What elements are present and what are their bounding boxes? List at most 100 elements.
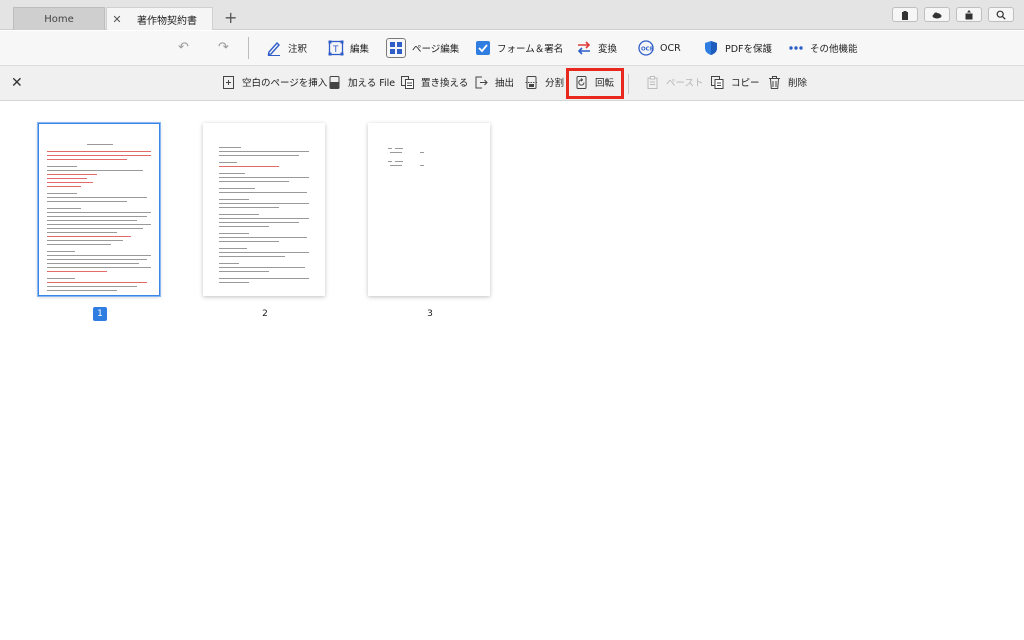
toolbar-annotate-button[interactable]: 注釈 <box>266 36 307 60</box>
thumbnail-text-line <box>47 208 81 209</box>
toolbar-form-sign-label: フォーム＆署名 <box>497 44 564 55</box>
insert-blank-page-label: 空白のページを挿入 <box>242 78 328 89</box>
extract-label: 抽出 <box>495 78 515 89</box>
page-thumbnail-2[interactable] <box>203 123 325 296</box>
toolbar-more-label: その他機能 <box>810 44 858 55</box>
toolbar-more-button[interactable]: その他機能 <box>788 36 858 60</box>
toolbar-convert-button[interactable]: 変換 <box>576 36 617 60</box>
thumbnail-text-line <box>47 224 151 225</box>
thumbnail-text-line <box>47 251 75 252</box>
checkbox-icon <box>476 41 490 55</box>
search-icon[interactable] <box>988 7 1014 22</box>
delete-button[interactable]: 削除 <box>768 75 807 89</box>
toolbar-divider <box>248 37 249 59</box>
thumbnail-text-line <box>47 170 143 171</box>
redo-icon[interactable]: ↷ <box>218 40 229 55</box>
toolbar-convert-label: 変換 <box>598 44 618 55</box>
convert-arrows-icon <box>577 41 591 55</box>
thumbnail-text-line <box>47 286 137 287</box>
thumbnail-text-line <box>388 161 392 162</box>
tab-document-label: 著作物契約書 <box>137 15 197 27</box>
thumbnail-text-line <box>47 228 143 229</box>
paste-label: ペースト <box>666 78 704 89</box>
thumbnail-text-line <box>219 222 299 223</box>
thumbnail-text-line <box>219 177 309 178</box>
split-button[interactable]: 分割 <box>525 75 564 89</box>
thumbnail-text-line <box>47 259 147 260</box>
extract-button[interactable]: 抽出 <box>475 75 514 89</box>
page-thumbnail-1[interactable] <box>38 123 160 296</box>
thumbnail-text-line <box>47 174 97 175</box>
thumbnail-text-line <box>47 220 137 221</box>
paste-icon <box>647 75 658 89</box>
share-icon[interactable] <box>956 7 982 22</box>
add-file-label: 加える File <box>348 78 396 89</box>
thumbnail-text-line <box>47 159 127 160</box>
tab-home-label: Home <box>44 13 74 25</box>
thumbnail-text-line <box>47 267 151 268</box>
thumbnail-text-line <box>390 165 402 166</box>
thumbnail-text-line <box>219 214 259 215</box>
thumbnail-text-line <box>219 147 241 148</box>
new-tab-button[interactable]: + <box>224 8 237 27</box>
toolbar-protect-button[interactable]: PDFを保護 <box>703 36 772 60</box>
thumbnail-text-line <box>47 278 75 279</box>
thumbnail-text-line <box>47 271 107 272</box>
paste-button[interactable]: ペースト <box>646 75 704 89</box>
window-actions <box>892 7 1014 22</box>
page-number-label: 3 <box>427 309 433 319</box>
toolbar-edit-button[interactable]: T 編集 <box>328 36 369 60</box>
clipboard-icon[interactable] <box>892 7 918 22</box>
toolbar-ocr-button[interactable]: OCR OCR <box>638 36 681 60</box>
cloud-icon[interactable] <box>924 7 950 22</box>
page-grid-icon <box>386 38 406 58</box>
thumbnail-text-line <box>47 236 131 237</box>
thumbnail-text-line <box>87 144 113 145</box>
thumbnail-text-line <box>47 155 151 156</box>
copy-icon <box>711 75 724 89</box>
thumbnail-text-line <box>219 203 309 204</box>
tab-document[interactable]: ✕ 著作物契約書 <box>106 7 213 30</box>
thumbnail-text-line <box>219 252 309 253</box>
thumbnail-text-line <box>219 173 245 174</box>
thumbnail-text-line <box>420 152 424 153</box>
page-number-label: 2 <box>262 309 268 319</box>
copy-button[interactable]: コピー <box>711 75 760 89</box>
shield-icon <box>705 41 717 55</box>
thumbnail-text-line <box>219 237 307 238</box>
toolbar-form-sign-button[interactable]: フォーム＆署名 <box>475 36 563 60</box>
insert-blank-page-button[interactable]: 空白のページを挿入 <box>222 75 327 89</box>
close-page-edit-icon[interactable]: ✕ <box>11 75 23 91</box>
thumbnail-text-line <box>47 232 117 233</box>
replace-icon <box>401 75 414 89</box>
add-file-button[interactable]: 加える File <box>328 75 395 89</box>
toolbar-protect-label: PDFを保護 <box>725 44 773 55</box>
toolbar-page-edit-button[interactable]: ページ編集 <box>386 36 459 60</box>
thumbnail-text-line <box>388 148 392 149</box>
thumbnail-text-line <box>47 166 77 167</box>
page-thumbnail-3[interactable] <box>368 123 490 296</box>
thumbnail-text-line <box>219 267 305 268</box>
thumbnail-text-line <box>47 240 123 241</box>
thumbnail-text-line <box>219 151 309 152</box>
replace-button[interactable]: 置き換える <box>401 75 468 89</box>
thumbnail-text-line <box>47 212 151 213</box>
add-file-icon <box>329 75 340 89</box>
thumbnail-text-line <box>219 155 299 156</box>
tab-home[interactable]: Home <box>13 7 105 30</box>
thumbnail-text-line <box>219 188 255 189</box>
thumbnail-text-line <box>219 218 309 219</box>
more-dots-icon <box>789 46 803 50</box>
thumbnail-text-line <box>47 201 127 202</box>
thumbnail-text-line <box>219 181 289 182</box>
thumbnail-text-line <box>47 282 147 283</box>
toolbar-page-edit-label: ページ編集 <box>412 44 460 55</box>
page-edit-toolbar: ✕ 空白のページを挿入 加える File 置き換える 抽出 分割 回転 ペースト… <box>0 65 1024 101</box>
thumbnail-text-line <box>420 165 424 166</box>
undo-icon[interactable]: ↶ <box>178 40 189 55</box>
toolbar-edit-label: 編集 <box>350 44 370 55</box>
thumbnail-text-line <box>219 278 309 279</box>
page-number-badge: 1 <box>93 307 107 321</box>
split-label: 分割 <box>545 78 565 89</box>
tab-close-icon[interactable]: ✕ <box>107 13 127 26</box>
